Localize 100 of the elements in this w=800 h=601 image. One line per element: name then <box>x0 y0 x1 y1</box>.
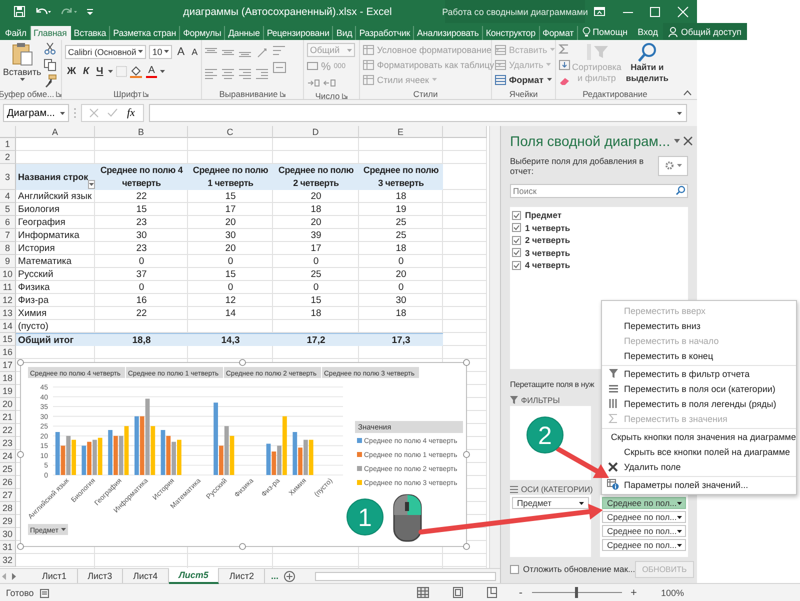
font-color-button[interactable]: A <box>146 65 157 78</box>
resize-handle[interactable] <box>17 359 24 366</box>
close-icon[interactable] <box>684 136 692 145</box>
align-left-icon[interactable] <box>205 68 218 79</box>
column-header[interactable]: A <box>16 126 95 138</box>
column-header[interactable]: D <box>273 126 359 138</box>
menu-item[interactable]: Параметры полей значений... <box>602 476 796 492</box>
dialog-launcher-icon[interactable] <box>342 93 348 99</box>
search-icon[interactable] <box>676 186 685 196</box>
macro-icon[interactable] <box>40 588 50 598</box>
row-number[interactable]: 10 <box>0 268 16 281</box>
collapse-ribbon-icon[interactable] <box>684 91 691 95</box>
row-number[interactable]: 13 <box>0 307 16 320</box>
row-number[interactable]: 15 <box>0 333 16 346</box>
checkbox[interactable] <box>512 210 521 220</box>
dialog-launcher-icon[interactable] <box>56 90 62 96</box>
column-header[interactable]: E <box>359 126 443 138</box>
row-number[interactable]: 16 <box>0 346 16 359</box>
field-item[interactable]: Среднее по пол... <box>602 539 686 552</box>
row-number[interactable]: 8 <box>0 242 16 255</box>
checkbox[interactable] <box>512 248 521 258</box>
normal-view-icon[interactable] <box>416 587 429 598</box>
row-number[interactable]: 31 <box>0 541 16 554</box>
underline-button[interactable]: Ч <box>94 66 106 77</box>
field-item[interactable]: Среднее по пол... <box>602 511 686 524</box>
shrink-font-button[interactable]: A <box>190 46 200 56</box>
font-name-field[interactable]: Calibri (Основной <box>65 44 146 58</box>
share-button[interactable]: Общий доступ <box>663 23 748 40</box>
customize-icon[interactable] <box>87 8 93 14</box>
page-break-icon[interactable] <box>486 587 497 598</box>
caret-icon[interactable] <box>677 112 682 114</box>
row-number[interactable]: 11 <box>0 281 16 294</box>
caret-icon[interactable] <box>60 112 65 114</box>
horizontal-scrollbar[interactable] <box>315 572 496 580</box>
resize-handle[interactable] <box>17 543 24 550</box>
row-number[interactable]: 9 <box>0 255 16 268</box>
resize-handle[interactable] <box>463 359 470 366</box>
indent-icon[interactable] <box>256 68 269 79</box>
sign-in-link[interactable]: Вход <box>638 26 658 36</box>
field-label[interactable]: Предмет <box>525 210 562 220</box>
caret-icon[interactable] <box>164 50 170 53</box>
wrap-text-icon[interactable] <box>273 45 286 56</box>
caret-icon[interactable] <box>676 544 682 547</box>
caret-icon[interactable] <box>108 70 114 73</box>
column-header[interactable]: B <box>95 126 188 138</box>
dialog-launcher-icon[interactable] <box>280 90 286 96</box>
increase-decimal-icon[interactable] <box>307 78 320 89</box>
resize-handle[interactable] <box>463 543 470 550</box>
row-number[interactable]: 3 <box>0 164 16 190</box>
row-number[interactable]: 22 <box>0 424 16 437</box>
menu-item[interactable]: Переместить в конец <box>602 348 796 363</box>
ribbon-display-icon[interactable] <box>594 7 605 16</box>
grow-font-button[interactable]: A <box>175 46 187 58</box>
row-number[interactable]: 26 <box>0 476 16 489</box>
row-number[interactable]: 27 <box>0 489 16 502</box>
zoom-slider-thumb[interactable] <box>575 587 578 598</box>
eraser-icon[interactable] <box>559 76 570 86</box>
bold-button[interactable]: Ж <box>65 66 78 77</box>
field-item[interactable]: Предмет <box>512 497 589 510</box>
menu-item[interactable]: Переместить в поля легенды (ряды) <box>602 396 796 411</box>
vertical-scrollbar[interactable] <box>489 126 500 568</box>
align-middle-icon[interactable] <box>222 47 235 58</box>
ribbon-tab[interactable]: Главная <box>30 26 71 40</box>
resize-handle[interactable] <box>17 451 24 458</box>
caret-icon[interactable] <box>676 502 682 505</box>
field-item[interactable]: Среднее по пол... <box>602 497 686 510</box>
checkbox-label[interactable]: Отложить обновление мак... <box>523 564 636 574</box>
fill-color-icon[interactable] <box>130 66 144 78</box>
caret-icon[interactable] <box>579 502 584 505</box>
table-format-icon[interactable] <box>363 60 374 70</box>
row-number[interactable]: 30 <box>0 528 16 541</box>
find-select-button[interactable]: Найти и выделить <box>623 42 671 88</box>
row-number[interactable]: 12 <box>0 294 16 307</box>
resize-handle[interactable] <box>239 359 246 366</box>
insert-function-button[interactable]: fx <box>127 107 135 119</box>
paste-button[interactable]: Вставить <box>3 42 42 88</box>
italic-button[interactable]: К <box>81 66 92 77</box>
zoom-level[interactable]: 100% <box>660 588 684 598</box>
menu-item[interactable]: Скрыть все кнопки полей на диаграмме <box>602 444 796 459</box>
sheet-tab[interactable]: Лист5 <box>168 568 220 584</box>
caret-icon[interactable] <box>138 50 144 53</box>
checkbox[interactable] <box>512 236 521 245</box>
field-label[interactable]: 3 четверть <box>525 248 570 258</box>
more-sheets-button[interactable]: ... <box>264 571 284 581</box>
column-header[interactable]: C <box>188 126 273 138</box>
field-label[interactable]: 1 четверть <box>525 222 570 233</box>
paintbrush-icon[interactable] <box>44 74 56 87</box>
caret-icon[interactable] <box>676 516 682 519</box>
menu-item[interactable]: Переместить вниз <box>602 318 796 333</box>
formula-input[interactable] <box>148 104 687 122</box>
menu-item[interactable]: Переместить в фильтр отчета <box>602 365 796 381</box>
save-icon[interactable] <box>14 6 25 17</box>
row-number[interactable]: 7 <box>0 229 16 242</box>
checkbox[interactable] <box>510 564 519 574</box>
conditional-format-icon[interactable] <box>363 44 374 54</box>
filter-dropdown[interactable] <box>88 180 96 189</box>
row-number[interactable]: 29 <box>0 515 16 528</box>
dialog-launcher-icon[interactable] <box>143 90 150 96</box>
name-box[interactable]: Диаграм... <box>3 104 69 122</box>
row-number[interactable]: 23 <box>0 437 16 450</box>
